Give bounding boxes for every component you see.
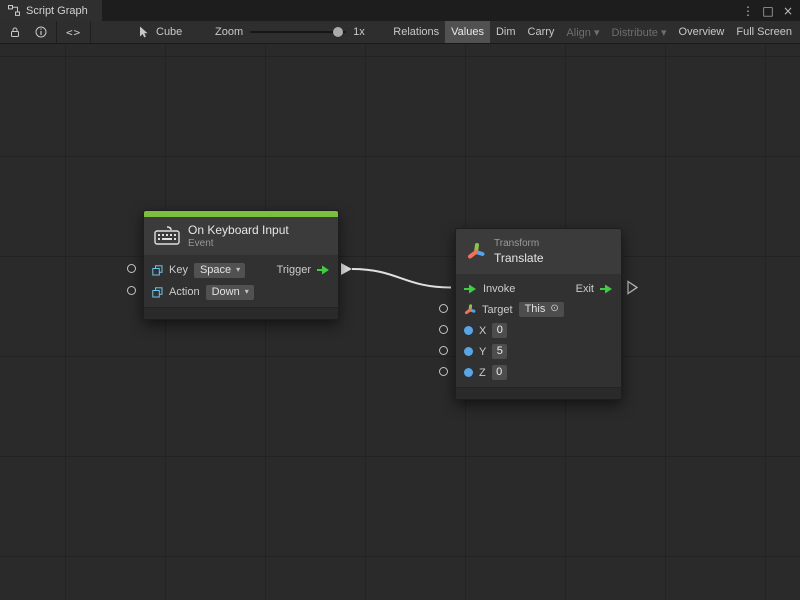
pointer-icon <box>138 26 150 38</box>
y-input-port[interactable] <box>439 346 448 355</box>
action-label: Action <box>169 286 200 298</box>
z-value-field[interactable]: 0 <box>492 365 507 380</box>
x-label: X <box>479 325 486 337</box>
toolbar-button-relations[interactable]: Relations <box>387 21 445 43</box>
window-menu-button[interactable]: ⋮ <box>740 2 756 20</box>
window-close-button[interactable]: × <box>780 2 796 20</box>
tab-script-graph[interactable]: Script Graph <box>0 0 102 21</box>
node-header: On Keyboard Input Event <box>144 217 338 255</box>
exit-port[interactable] <box>600 284 613 294</box>
info-icon <box>35 26 47 38</box>
key-label: Key <box>169 264 188 276</box>
invoke-exit-row: Invoke Exit <box>456 278 621 299</box>
target-row: Target This ⊙ <box>456 299 621 320</box>
node-title: Translate <box>494 251 544 265</box>
trigger-port[interactable] <box>317 265 330 275</box>
node-header: Transform Translate <box>456 229 621 274</box>
toolbar-button-align[interactable]: Align ▾ <box>560 21 605 43</box>
node-footer <box>144 307 338 319</box>
trigger-label: Trigger <box>277 264 311 276</box>
target-object-field[interactable]: This ⊙ <box>519 302 564 317</box>
y-value-field[interactable]: 5 <box>492 344 507 359</box>
invoke-port[interactable] <box>464 284 477 294</box>
key-row: Key Space ▾ Trigger <box>144 259 338 281</box>
keyboard-icon <box>154 226 180 246</box>
node-on-keyboard-input[interactable]: On Keyboard Input Event Key Space ▾ <box>143 210 339 320</box>
script-graph-window: Script Graph ⋮ □ × <box>0 0 800 600</box>
layers-icon <box>152 287 163 298</box>
z-input-port[interactable] <box>439 367 448 376</box>
x-input-port[interactable] <box>439 325 448 334</box>
script-graph-icon <box>8 5 20 16</box>
transform-icon <box>466 242 486 262</box>
object-picker-icon[interactable]: ⊙ <box>550 303 558 315</box>
info-button[interactable] <box>28 21 54 43</box>
toolbar-separator <box>90 21 91 43</box>
action-row: Action Down ▾ <box>144 281 338 303</box>
toolbar-button-dim[interactable]: Dim <box>490 21 522 43</box>
toolbar: <> Cube Zoom 1x Relations Values Dim <box>0 21 800 44</box>
zoom-slider-handle[interactable] <box>333 27 343 37</box>
z-row: Z 0 <box>456 362 621 383</box>
toolbar-button-fullscreen[interactable]: Full Screen <box>730 21 798 43</box>
x-value-field[interactable]: 0 <box>492 323 507 338</box>
toolbar-button-carry[interactable]: Carry <box>522 21 561 43</box>
zoom-slider-track <box>250 31 346 33</box>
node-footer <box>456 387 621 399</box>
toolbar-left-group: <> <box>2 21 93 43</box>
action-dropdown[interactable]: Down ▾ <box>206 285 254 300</box>
toolbar-button-distribute[interactable]: Distribute ▾ <box>605 21 672 43</box>
y-row: Y 5 <box>456 341 621 362</box>
window-maximize-button[interactable]: □ <box>760 2 776 20</box>
y-label: Y <box>479 346 486 358</box>
node-titles: On Keyboard Input Event <box>188 223 289 249</box>
node-translate[interactable]: Transform Translate Invoke Exit <box>455 228 622 400</box>
target-input-port[interactable] <box>439 304 448 313</box>
z-port-dot[interactable] <box>464 368 473 377</box>
action-input-port[interactable] <box>127 286 136 295</box>
z-label: Z <box>479 367 486 379</box>
target-object-value: This <box>525 303 546 315</box>
zoom-label: Zoom <box>215 26 243 38</box>
titlebar: Script Graph ⋮ □ × <box>0 0 800 21</box>
action-dropdown-value: Down <box>212 286 240 298</box>
toolbar-separator <box>56 21 57 43</box>
exit-label: Exit <box>576 283 594 295</box>
toolbar-buttons: Relations Values Dim Carry Align ▾ Distr… <box>387 21 798 43</box>
graph-target-group[interactable]: Cube <box>138 21 182 43</box>
window-controls: ⋮ □ × <box>740 0 796 21</box>
chevron-down-icon: ▾ <box>245 286 249 298</box>
zoom-slider[interactable] <box>250 26 346 38</box>
key-dropdown-value: Space <box>200 264 231 276</box>
x-port-dot[interactable] <box>464 326 473 335</box>
toolbar-button-values[interactable]: Values <box>445 21 490 43</box>
lock-icon <box>9 26 21 38</box>
node-titles: Transform Translate <box>494 238 544 265</box>
code-view-button[interactable]: <> <box>59 21 88 43</box>
y-port-dot[interactable] <box>464 347 473 356</box>
graph-canvas[interactable]: On Keyboard Input Event Key Space ▾ <box>0 44 800 600</box>
key-input-port[interactable] <box>127 264 136 273</box>
node-subtitle: Event <box>188 238 289 249</box>
node-title: On Keyboard Input <box>188 223 289 237</box>
chevron-down-icon: ▾ <box>236 264 240 276</box>
toolbar-button-overview[interactable]: Overview <box>673 21 731 43</box>
zoom-control: Zoom 1x <box>215 21 365 43</box>
tab-label: Script Graph <box>26 5 88 17</box>
x-row: X 0 <box>456 320 621 341</box>
zoom-value: 1x <box>353 26 365 38</box>
transform-icon-small <box>464 304 476 316</box>
code-icon: <> <box>66 26 81 39</box>
graph-target-label: Cube <box>156 26 182 38</box>
node-body: Key Space ▾ Trigger <box>144 255 338 307</box>
node-body: Invoke Exit <box>456 274 621 387</box>
connection-wire <box>0 44 800 600</box>
key-dropdown[interactable]: Space ▾ <box>194 263 245 278</box>
node-category: Transform <box>494 238 544 249</box>
target-label: Target <box>482 304 513 316</box>
invoke-label: Invoke <box>483 283 515 295</box>
lock-button[interactable] <box>2 21 28 43</box>
layers-icon <box>152 265 163 276</box>
